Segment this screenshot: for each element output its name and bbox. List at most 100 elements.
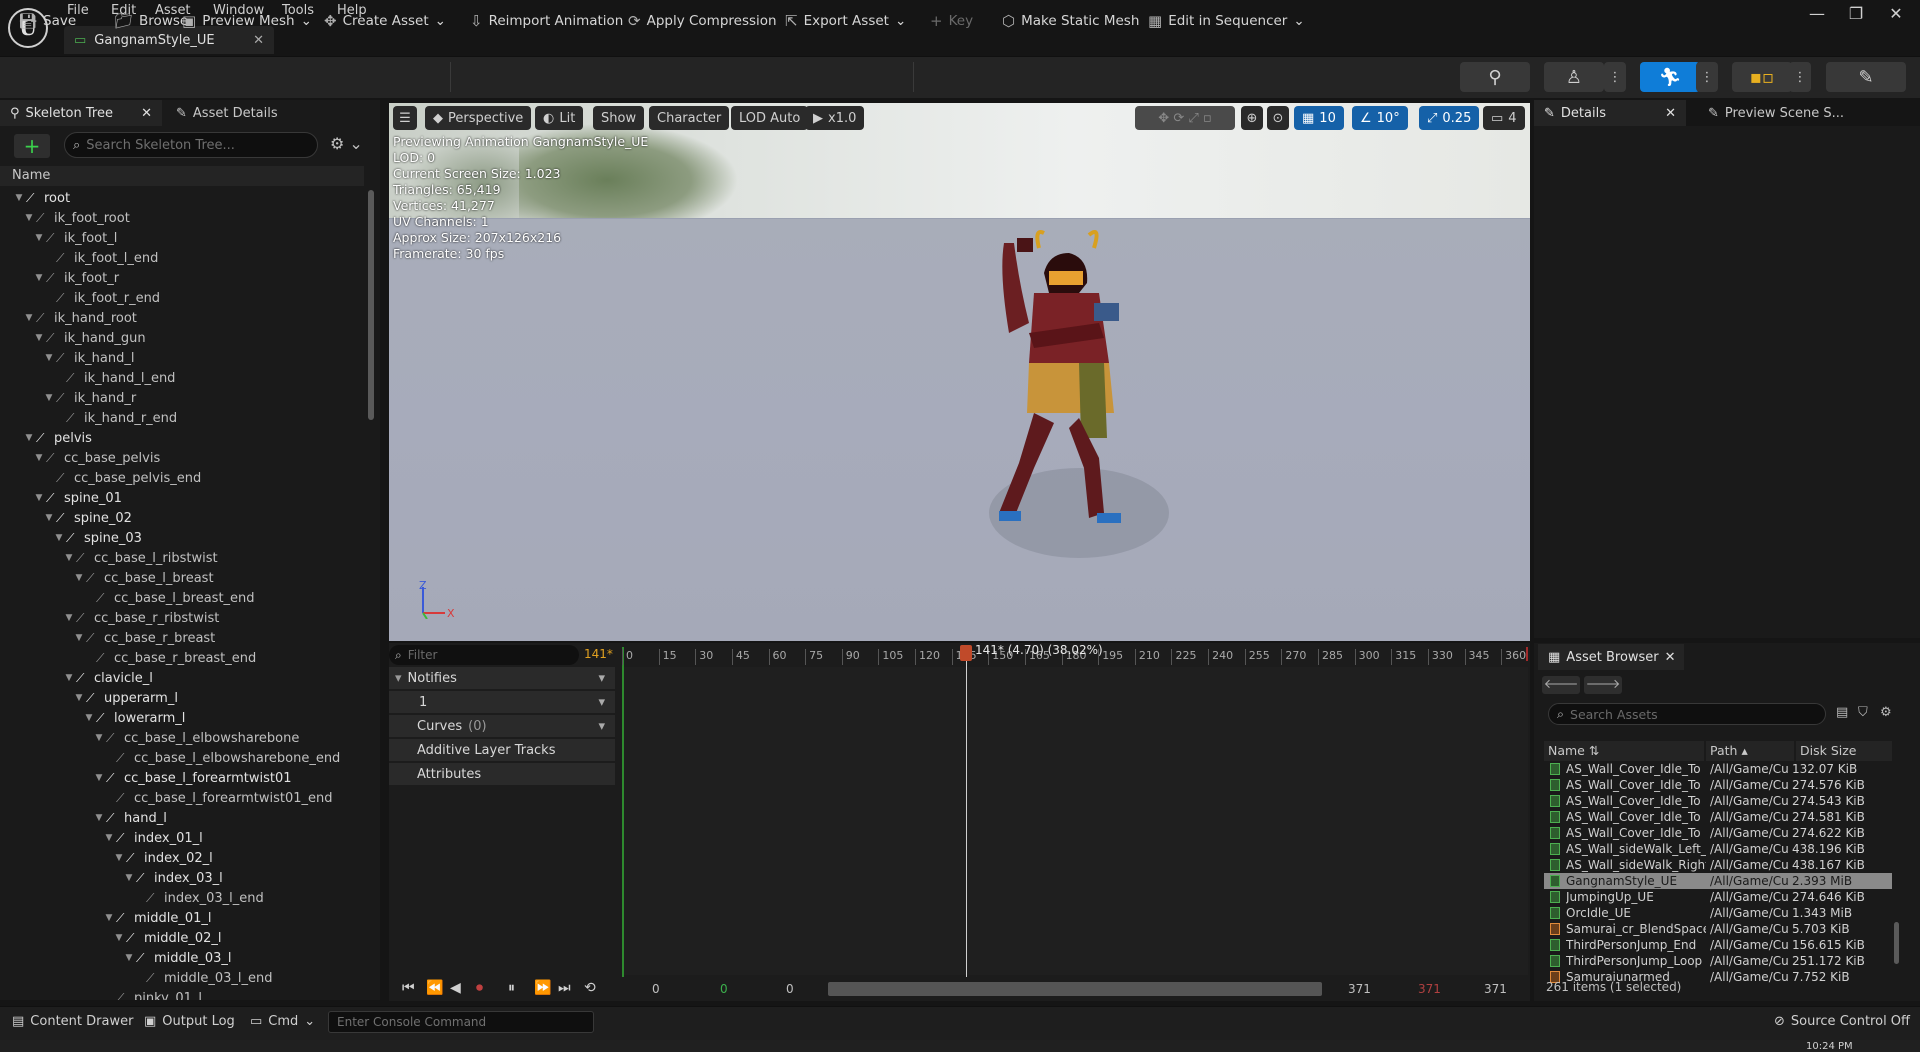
range-playback-end[interactable]: 371: [1418, 982, 1441, 996]
expand-arrow-icon[interactable]: ▼: [24, 213, 34, 223]
expand-arrow-icon[interactable]: ▼: [44, 353, 54, 363]
expand-arrow-icon[interactable]: ▼: [34, 233, 44, 243]
physics-mode-button[interactable]: ✎: [1826, 62, 1906, 92]
tree-item-bone[interactable]: ▼ ⟋ cc_base_l_elbowsharebone: [0, 728, 300, 748]
tree-item-bone[interactable]: ▼ ⟋ ik_hand_l: [0, 348, 135, 368]
tree-item-bone[interactable]: ▼ ⟋ cc_base_l_breast: [0, 568, 214, 588]
chevron-down-icon[interactable]: ▾: [598, 671, 605, 686]
tree-item-bone[interactable]: ▼ ⟋ cc_base_r_ribstwist: [0, 608, 220, 628]
pause-icon[interactable]: ⏸: [508, 980, 515, 996]
close-tab-icon[interactable]: ✕: [141, 106, 152, 121]
range-start[interactable]: 0: [652, 982, 660, 996]
tree-item-bone[interactable]: ⟋ ik_hand_l_end: [0, 368, 175, 388]
expand-arrow-icon[interactable]: ▼: [34, 453, 44, 463]
record-icon[interactable]: ⏺: [476, 980, 483, 996]
cmd-dropdown[interactable]: ▭ Cmd ⌄: [250, 1014, 315, 1029]
edit-in-sequencer-button[interactable]: ▦ Edit in Sequencer ⌄: [1142, 6, 1311, 36]
tree-scrollbar[interactable]: [368, 190, 374, 420]
output-log-button[interactable]: ▣ Output Log: [144, 1014, 235, 1029]
expand-arrow-icon[interactable]: ▼: [14, 193, 24, 203]
tree-item-bone[interactable]: ▼ ⟋ pelvis: [0, 428, 92, 448]
expand-arrow-icon[interactable]: ▼: [94, 773, 104, 783]
viewport-menu-button[interactable]: ☰: [393, 106, 417, 130]
mesh-mode-button[interactable]: ♙: [1544, 62, 1604, 92]
skip-to-start-icon[interactable]: ⏮: [402, 980, 415, 996]
animation-mode-options[interactable]: ⋮: [1696, 62, 1718, 92]
timeline-track-area[interactable]: [622, 667, 1528, 975]
scale-snap-button[interactable]: ⤢ 0.25: [1419, 106, 1480, 130]
surface-snap-icon[interactable]: ⊙: [1267, 106, 1289, 130]
console-command-input[interactable]: Enter Console Command: [328, 1011, 594, 1033]
expand-arrow-icon[interactable]: ▼: [94, 813, 104, 823]
curves-track[interactable]: Curves (0) ▾: [389, 715, 615, 737]
tree-item-bone[interactable]: ▼ ⟋ clavicle_l: [0, 668, 153, 688]
tree-item-bone[interactable]: ⟋ cc_base_l_forearmtwist01_end: [0, 788, 332, 808]
notifies-track[interactable]: ▾ Notifies ▾: [389, 667, 615, 689]
tree-item-bone[interactable]: ▼ ⟋ spine_01: [0, 488, 122, 508]
preview-mesh-button[interactable]: ▣ Preview Mesh ⌄: [176, 6, 318, 36]
show-button[interactable]: Show: [593, 106, 645, 130]
range-view-end[interactable]: 371: [1348, 982, 1371, 996]
tree-item-bone[interactable]: ⟋ cc_base_r_breast_end: [0, 648, 256, 668]
folder-view-icon[interactable]: ▤: [1836, 705, 1848, 720]
asset-row[interactable]: AS_Wall_Cover_Idle_To/All/Game/Cu 274.543…: [1544, 793, 1892, 809]
source-control-button[interactable]: ⊘ Source Control Off: [1774, 1014, 1910, 1029]
tab-details[interactable]: ✎ Details ✕: [1534, 100, 1686, 126]
content-drawer-button[interactable]: ▤ Content Drawer: [12, 1014, 133, 1029]
tree-item-bone[interactable]: ▼ ⟋ index_03_l: [0, 868, 223, 888]
expand-arrow-icon[interactable]: ▼: [74, 633, 84, 643]
tab-asset-browser[interactable]: ▦ Asset Browser ✕: [1538, 644, 1684, 670]
blueprint-mode-options[interactable]: ⋮: [1789, 62, 1811, 92]
asset-search-input[interactable]: ⌕ Search Assets: [1548, 703, 1826, 725]
tab-preview-scene-settings[interactable]: ✎ Preview Scene S...: [1698, 100, 1854, 126]
expand-arrow-icon[interactable]: ▼: [64, 553, 74, 563]
apply-compression-button[interactable]: ⟳ Apply Compression: [622, 6, 783, 36]
mesh-mode-options[interactable]: ⋮: [1604, 62, 1626, 92]
asset-row[interactable]: GangnamStyle_UE/All/Game/Cu 2.393 MiB: [1544, 873, 1892, 889]
chevron-down-icon[interactable]: ▾: [598, 719, 605, 734]
tree-item-bone[interactable]: ▼ ⟋ middle_02_l: [0, 928, 222, 948]
expand-arrow-icon[interactable]: ▼: [104, 833, 114, 843]
close-window-icon[interactable]: ✕: [1876, 4, 1916, 23]
camera-speed-button[interactable]: ▭ 4: [1483, 106, 1525, 130]
settings-gear-icon[interactable]: ⚙ ⌄: [330, 134, 363, 153]
expand-arrow-icon[interactable]: ▼: [124, 953, 134, 963]
perspective-button[interactable]: ◆ Perspective: [425, 106, 532, 130]
reimport-animation-button[interactable]: ⇩ Reimport Animation: [464, 6, 629, 36]
asset-row[interactable]: AS_Wall_sideWalk_Right/All/Game/Cu 438.16…: [1544, 857, 1892, 873]
asset-row[interactable]: ThirdPersonJump_End/All/Game/Cu 156.615 K…: [1544, 937, 1892, 953]
lit-button[interactable]: ◐ Lit: [535, 106, 584, 130]
tree-item-bone[interactable]: ▼ ⟋ ik_foot_l: [0, 228, 118, 248]
asset-row[interactable]: AS_Wall_sideWalk_Left_ /All/Game/Cu 438.19…: [1544, 841, 1892, 857]
tree-item-bone[interactable]: ▼ ⟋ spine_03: [0, 528, 142, 548]
column-path-header[interactable]: Path ▴: [1706, 741, 1794, 761]
character-button[interactable]: Character: [649, 106, 730, 130]
asset-row[interactable]: AS_Wall_Cover_Idle_To/All/Game/Cu 132.07 …: [1544, 761, 1892, 777]
tree-item-bone[interactable]: ▼ ⟋ index_01_l: [0, 828, 203, 848]
tree-item-bone[interactable]: ▼ ⟋ ik_foot_r: [0, 268, 120, 288]
animation-mode-button[interactable]: 🏃︎: [1640, 62, 1700, 92]
skip-to-end-icon[interactable]: ⏭: [558, 980, 571, 996]
tree-item-bone[interactable]: ▼ ⟋ cc_base_l_forearmtwist01: [0, 768, 292, 788]
tree-item-bone[interactable]: ▼ ⟋ ik_hand_root: [0, 308, 137, 328]
expand-arrow-icon[interactable]: ▼: [74, 693, 84, 703]
expand-arrow-icon[interactable]: ▼: [114, 933, 124, 943]
settings-gear-icon[interactable]: ⚙: [1880, 705, 1892, 720]
grid-snap-button[interactable]: ▦ 10: [1294, 106, 1344, 130]
column-size-header[interactable]: Disk Size: [1796, 741, 1892, 761]
asset-row[interactable]: AS_Wall_Cover_Idle_To/All/Game/Cu 274.581…: [1544, 809, 1892, 825]
notify-track-1[interactable]: 1 ▾: [389, 691, 615, 713]
history-forward-icon[interactable]: 🡒: [1584, 676, 1622, 694]
world-local-icon[interactable]: ⊕: [1241, 106, 1263, 130]
tree-item-bone[interactable]: ▼ ⟋ ik_hand_gun: [0, 328, 146, 348]
tree-item-bone[interactable]: ▼ ⟋ cc_base_l_ribstwist: [0, 548, 218, 568]
step-back-icon[interactable]: ⏪: [426, 980, 443, 996]
expand-arrow-icon[interactable]: ▼: [74, 573, 84, 583]
expand-arrow-icon[interactable]: ▼: [34, 493, 44, 503]
tree-item-bone[interactable]: ▼ ⟋ cc_base_r_breast: [0, 628, 216, 648]
maximize-icon[interactable]: ❐: [1836, 4, 1876, 23]
expand-arrow-icon[interactable]: ▼: [34, 333, 44, 343]
tree-item-bone[interactable]: ▼ ⟋ root: [0, 188, 71, 208]
playback-speed-button[interactable]: ▶ x1.0: [805, 106, 865, 130]
expand-arrow-icon[interactable]: ▼: [84, 713, 94, 723]
